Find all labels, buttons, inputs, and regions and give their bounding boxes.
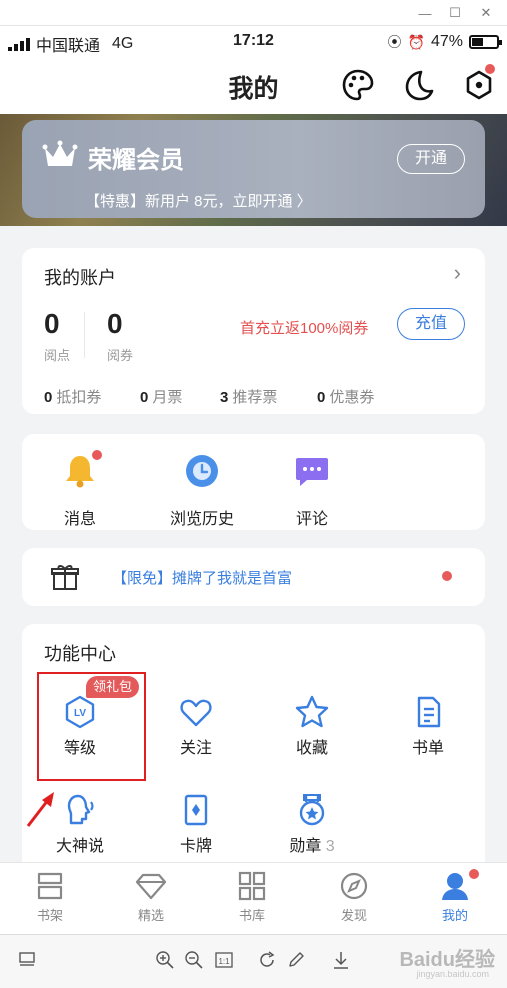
chevron-right-icon[interactable]: › — [454, 260, 461, 286]
compass-icon — [340, 872, 368, 900]
follow-button[interactable]: 关注 — [146, 694, 246, 758]
window-titlebar: — ☐ ✕ — [0, 0, 507, 26]
comments-button[interactable]: 评论 — [262, 452, 362, 529]
medal-count: 3 — [325, 838, 335, 855]
promo-red-dot — [442, 571, 452, 581]
vip-activate-button[interactable]: 开通 — [397, 144, 465, 174]
user-icon — [442, 873, 468, 900]
balance-value: 0 — [107, 308, 123, 339]
rotate-icon[interactable] — [256, 949, 278, 971]
download-icon[interactable] — [330, 949, 352, 971]
balance-value: 0 — [44, 308, 60, 339]
booklist-button[interactable]: 书单 — [378, 694, 478, 758]
tab-label: 发现 — [340, 908, 367, 923]
minimize-icon[interactable]: — — [416, 4, 434, 22]
rotation-lock-icon: ⦿ — [387, 34, 402, 50]
cards-button[interactable]: 卡牌 — [146, 792, 246, 856]
maximize-icon[interactable]: ☐ — [446, 4, 464, 22]
tab-discover[interactable]: 发现 — [314, 871, 394, 924]
feature-label: 勋章 3 — [289, 838, 335, 855]
page-header: 我的 — [0, 56, 507, 114]
history-button[interactable]: 浏览历史 — [152, 452, 252, 529]
tab-label: 书架 — [36, 908, 63, 923]
feature-label: 书单 — [411, 740, 444, 757]
divider — [84, 312, 85, 358]
viewer-toolbar: 1:1 Baidu经验 jingyan.baidu.com — [0, 934, 507, 988]
medals-button[interactable]: 勋章 3 — [262, 792, 362, 856]
thumbnail-icon[interactable] — [16, 949, 38, 971]
balance-label: 阅券 — [107, 348, 134, 363]
medal-icon — [299, 794, 325, 826]
feature-label: 卡牌 — [179, 838, 212, 855]
ticket-item[interactable]: 3 推荐票 — [220, 386, 277, 407]
quick-label: 评论 — [295, 511, 328, 528]
battery-percent: 47% — [430, 33, 463, 50]
tab-label: 书库 — [238, 908, 265, 923]
bottom-tab-bar: 书架 精选 书库 发现 我的 — [0, 862, 507, 934]
message-notification-dot — [92, 450, 102, 460]
ticket-item[interactable]: 0 优惠券 — [317, 386, 374, 407]
watermark-text: Baidu经验 — [399, 949, 495, 971]
feature-center-title: 功能中心 — [44, 644, 116, 664]
tab-label: 我的 — [441, 908, 468, 923]
actual-size-icon[interactable]: 1:1 — [213, 949, 235, 971]
tab-mine[interactable]: 我的 — [415, 871, 495, 924]
account-card: 我的账户 › 0 阅点 0 阅券 首充立返100%阅券 充值 0 抵扣券 0 月票 … — [22, 248, 485, 414]
svg-text:1:1: 1:1 — [218, 957, 230, 966]
tab-featured[interactable]: 精选 — [111, 871, 191, 924]
alarm-icon: ⏰ — [407, 33, 425, 50]
grid-icon — [238, 871, 266, 901]
edit-pencil-icon[interactable] — [285, 949, 307, 971]
booklist-icon — [417, 696, 441, 728]
ticket-item[interactable]: 0 抵扣券 — [44, 386, 101, 407]
vip-subtitle[interactable]: 【特惠】新用户 8元，立即开通 〉 — [85, 190, 312, 211]
zoom-in-icon[interactable] — [154, 949, 176, 971]
speaker-head-icon — [67, 794, 94, 825]
comment-icon — [296, 458, 328, 486]
tab-library[interactable]: 书库 — [212, 871, 292, 924]
balance-label: 阅点 — [44, 348, 71, 363]
tab-label: 精选 — [137, 908, 164, 923]
zoom-out-icon[interactable] — [183, 949, 205, 971]
settings-notification-dot — [485, 64, 495, 74]
promo-text: 【限免】摊牌了我就是首富 — [112, 570, 293, 587]
gift-icon — [51, 565, 79, 590]
highlight-box — [37, 672, 146, 781]
crown-icon — [42, 140, 78, 166]
star-icon — [295, 695, 329, 728]
arrow-annotation-icon — [26, 792, 54, 827]
watermark-subtext: jingyan.baidu.com — [416, 969, 489, 979]
feature-label: 大神说 — [55, 838, 104, 855]
quick-label: 消息 — [63, 511, 96, 528]
ticket-item[interactable]: 0 月票 — [140, 386, 182, 407]
mine-notification-dot — [469, 869, 479, 879]
close-icon[interactable]: ✕ — [477, 4, 495, 22]
status-bar: 中国联通 4G 17:12 ⦿ ⏰ 47% — [0, 26, 507, 56]
heart-icon — [180, 699, 212, 727]
favorites-button[interactable]: 收藏 — [262, 694, 362, 758]
clock-icon — [186, 455, 218, 487]
card-icon — [184, 794, 208, 826]
feature-label: 收藏 — [295, 740, 328, 757]
moon-icon[interactable] — [401, 68, 435, 102]
feature-label: 关注 — [179, 740, 212, 757]
diamond-icon — [135, 873, 167, 900]
palette-icon[interactable] — [341, 68, 375, 102]
messages-button[interactable]: 消息 — [30, 450, 130, 529]
recharge-promo-text: 首充立返100%阅券 — [240, 320, 369, 337]
recharge-button[interactable]: 充值 — [397, 308, 465, 340]
battery-icon — [469, 35, 502, 49]
quick-label: 浏览历史 — [169, 511, 234, 528]
vip-title: 荣耀会员 — [88, 147, 184, 174]
account-title: 我的账户 — [44, 268, 116, 288]
promo-bar[interactable]: 【限免】摊牌了我就是首富 — [22, 548, 485, 606]
bookshelf-icon — [37, 872, 63, 900]
tab-bookshelf[interactable]: 书架 — [10, 871, 90, 924]
quick-actions-card: 消息 浏览历史 评论 — [22, 434, 485, 530]
